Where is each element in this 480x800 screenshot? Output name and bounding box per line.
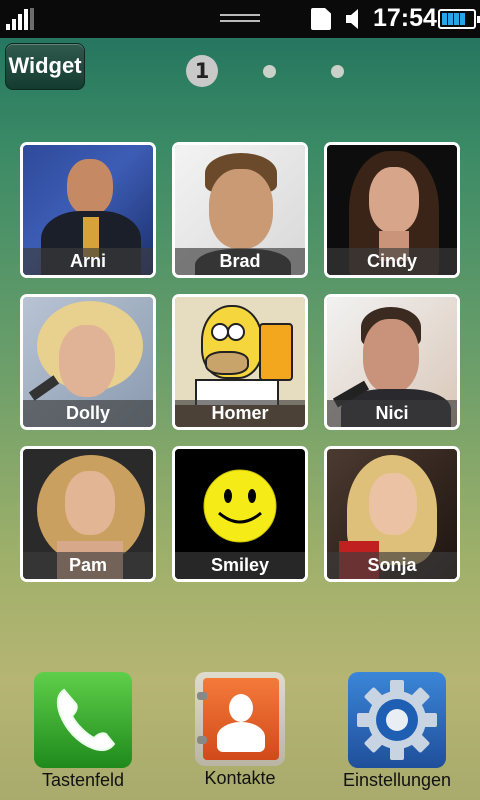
dock-item-kontakte[interactable]: Kontakte bbox=[165, 672, 315, 789]
phone-icon bbox=[34, 672, 132, 768]
dock-item-einstellungen[interactable]: Einstellungen bbox=[322, 672, 472, 791]
page-indicator-dot[interactable] bbox=[263, 65, 276, 78]
contact-tile-pam[interactable]: Pam bbox=[20, 446, 156, 582]
battery-icon bbox=[438, 9, 480, 29]
signal-icon bbox=[6, 8, 36, 30]
dock-label: Kontakte bbox=[204, 768, 276, 788]
dock-label: Einstellungen bbox=[342, 770, 452, 790]
contact-tile-nici[interactable]: Nici bbox=[324, 294, 460, 430]
contact-name: Smiley bbox=[175, 552, 305, 579]
contact-tile-arni[interactable]: Arni bbox=[20, 142, 156, 278]
contact-name: Dolly bbox=[23, 400, 153, 427]
clock: 17:54 bbox=[373, 4, 437, 32]
contact-tile-smiley[interactable]: Smiley bbox=[172, 446, 308, 582]
status-bar: 17:54 bbox=[0, 0, 480, 38]
dock-label: Tastenfeld bbox=[41, 770, 125, 790]
page-indicator-dot[interactable] bbox=[331, 65, 344, 78]
contact-name: Cindy bbox=[327, 248, 457, 275]
contact-name: Arni bbox=[23, 248, 153, 275]
contact-name: Brad bbox=[175, 248, 305, 275]
notification-handle[interactable] bbox=[220, 14, 260, 24]
contact-tile-cindy[interactable]: Cindy bbox=[324, 142, 460, 278]
page-indicator-current[interactable]: 1 bbox=[186, 55, 218, 87]
page-indicator: 1 bbox=[0, 55, 480, 87]
contact-name: Pam bbox=[23, 552, 153, 579]
contacts-icon bbox=[195, 672, 285, 766]
settings-gear-icon bbox=[348, 672, 446, 768]
contact-name: Homer bbox=[175, 400, 305, 427]
contact-tile-brad[interactable]: Brad bbox=[172, 142, 308, 278]
sd-card-icon bbox=[311, 8, 331, 30]
contact-name: Sonja bbox=[327, 552, 457, 579]
contact-name: Nici bbox=[327, 400, 457, 427]
speaker-icon bbox=[346, 9, 358, 29]
contact-tile-homer[interactable]: Homer bbox=[172, 294, 308, 430]
contact-tile-sonja[interactable]: Sonja bbox=[324, 446, 460, 582]
contact-tile-dolly[interactable]: Dolly bbox=[20, 294, 156, 430]
dock-item-tastenfeld[interactable]: Tastenfeld bbox=[8, 672, 158, 791]
